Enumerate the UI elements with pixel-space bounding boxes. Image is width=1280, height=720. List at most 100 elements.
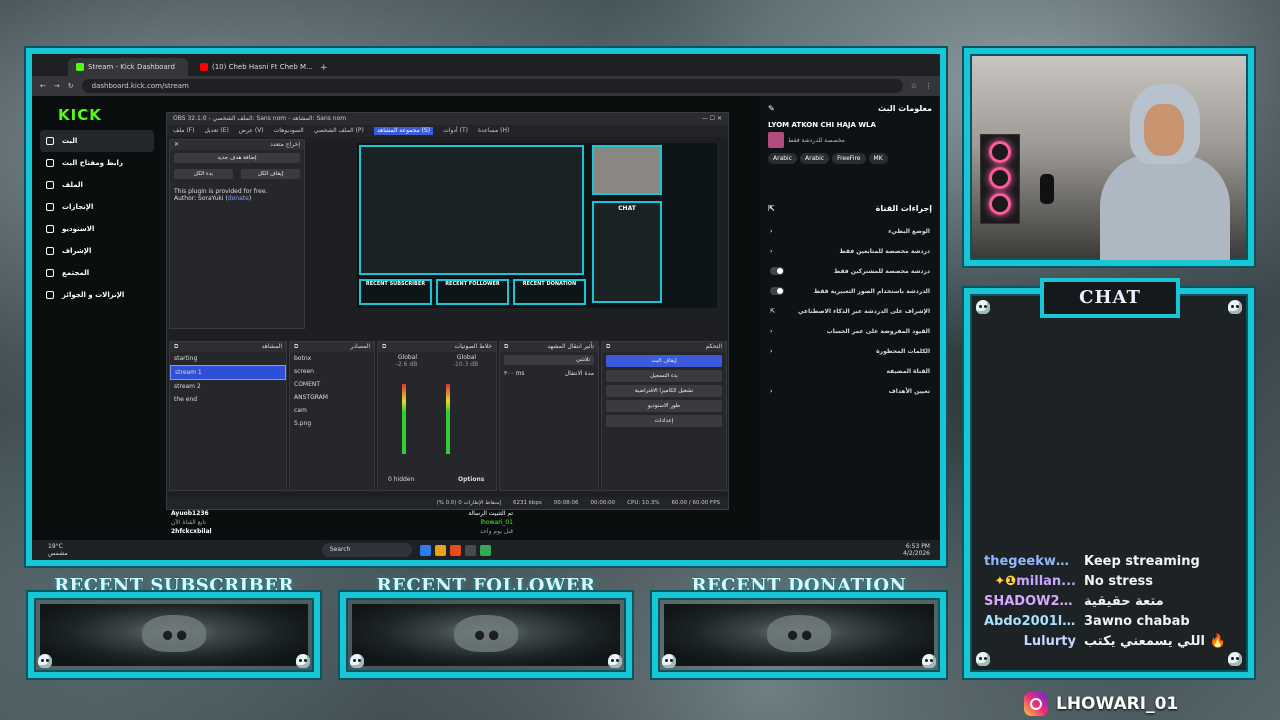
back-icon[interactable]: ← <box>40 82 46 90</box>
youtube-favicon-icon <box>200 63 208 71</box>
menu-icon[interactable]: ⋮ <box>925 82 932 90</box>
brave-icon[interactable] <box>449 544 461 556</box>
toggle-switch[interactable] <box>770 287 784 295</box>
menu-item-tools[interactable]: أدوات (T) <box>443 127 468 135</box>
transition-select[interactable]: تلاشي <box>504 355 594 365</box>
row-emotes-only[interactable]: الدردشة باستخدام الصور التعبيرية فقط <box>760 281 940 301</box>
dock-title: المشاهد <box>261 343 282 350</box>
edit-icon[interactable]: ✎ <box>768 104 775 113</box>
transitions-dock: ⧉ تأثير انتقال المشهد تلاشي ٣٠٠ ms مدة الا… <box>499 341 599 491</box>
row-account-age[interactable]: › القيود المفروضة على عمر الحساب <box>760 321 940 341</box>
row-ai-moderation[interactable]: ⇱ الإشراف على الدردشة عبر الذكاء الاصطناع… <box>760 301 940 321</box>
dock-menu-icon[interactable]: ⧉ <box>174 343 178 351</box>
url-input[interactable]: dashboard.kick.com/stream <box>81 79 903 93</box>
menu-item-help[interactable]: مساعدة (H) <box>478 127 509 135</box>
studio-mode-button[interactable]: طور الاستوديو <box>606 400 722 412</box>
menu-item-studios[interactable]: السوديوهات <box>274 127 304 135</box>
bookmark-icon[interactable]: ☆ <box>911 82 917 90</box>
chevron-icon: › <box>770 247 773 255</box>
sidebar-item-moderation[interactable]: الإشراف <box>40 240 154 262</box>
menu-item-profile[interactable]: الملف الشخصي (P) <box>314 127 364 135</box>
row-subscribers-only[interactable]: دردشة مخصصة للمشتركين فقط <box>760 261 940 281</box>
close-icon[interactable]: ✕ <box>174 141 179 149</box>
dock-menu-icon[interactable]: ⧉ <box>294 343 298 351</box>
activity-user[interactable]: 2hfckcxbilal <box>171 528 212 535</box>
source-item[interactable]: COMENT <box>290 378 374 391</box>
add-target-button[interactable]: إضافة هدف جديد <box>174 153 300 163</box>
row-banned-words[interactable]: › الكلمات المحظورة <box>760 341 940 361</box>
duration-input[interactable]: ٣٠٠ ms <box>504 370 525 377</box>
skull-icon <box>976 300 990 314</box>
stop-streaming-button[interactable]: إيقاف البث <box>606 355 722 367</box>
dock-menu-icon[interactable]: ⧉ <box>504 343 508 351</box>
fan-icon <box>989 141 1011 163</box>
row-host[interactable]: القناة المضيفة <box>760 361 940 381</box>
mixer-options-button[interactable]: Options <box>458 476 484 483</box>
chevron-icon: › <box>770 387 773 395</box>
start-all-button[interactable]: بدء الكل <box>174 169 233 179</box>
menu-item-edit[interactable]: تعديل (E) <box>204 127 228 135</box>
sidebar-item-label: الملف <box>62 181 83 189</box>
instagram-icon <box>1024 692 1048 716</box>
menu-item-view[interactable]: عرض (V) <box>239 127 264 135</box>
row-slow-mode[interactable]: › الوضع البطيء <box>760 221 940 241</box>
settings-button[interactable]: إعدادات <box>606 415 722 427</box>
stop-all-button[interactable]: إيقاف الكل <box>241 169 300 179</box>
sidebar-item-studio[interactable]: الاستوديو <box>40 218 154 240</box>
start-icon[interactable] <box>303 545 314 556</box>
kick-logo[interactable]: KICK <box>58 106 154 124</box>
clock-date: 4/2/2026 <box>903 550 930 557</box>
sidebar-item-achievements[interactable]: الإنجازات <box>40 196 154 218</box>
source-item[interactable]: cam <box>290 404 374 417</box>
chrome-icon[interactable] <box>479 544 491 556</box>
skull-icon <box>38 654 52 668</box>
browser-tab-kick[interactable]: Stream - Kick Dashboard <box>68 58 188 76</box>
scene-item-selected[interactable]: stream 1 <box>170 365 286 380</box>
taskbar-search[interactable]: Search <box>321 543 412 557</box>
donate-link[interactable]: donate <box>228 195 249 202</box>
source-item[interactable]: ANSTGRAM <box>290 391 374 404</box>
scene-item[interactable]: starting <box>170 352 286 365</box>
toggle-switch[interactable] <box>770 267 784 275</box>
new-tab-icon[interactable]: + <box>316 63 332 76</box>
source-item[interactable]: screen <box>290 365 374 378</box>
obs-icon[interactable] <box>464 544 476 556</box>
weather-text: مشمس <box>48 550 68 557</box>
edge-icon[interactable] <box>419 544 431 556</box>
forward-icon[interactable]: → <box>54 82 60 90</box>
sidebar-item-stream-key[interactable]: رابط ومفتاح البث <box>40 152 154 174</box>
window-controls[interactable]: — ☐ ✕ <box>702 115 722 123</box>
row-goals[interactable]: › تعيين الأهداف <box>760 381 940 401</box>
start-recording-button[interactable]: بدء التسجيل <box>606 370 722 382</box>
sidebar-item-drops[interactable]: الإنزالات و الجوائز <box>40 284 154 306</box>
row-followers-only[interactable]: › دردشة مخصصة للمتابعين فقط <box>760 241 940 261</box>
browser-tab-youtube[interactable]: (10) Cheb Hasni Ft Cheb M... <box>192 58 312 76</box>
tab-label: Stream - Kick Dashboard <box>88 63 175 71</box>
reload-icon[interactable]: ↻ <box>68 82 74 90</box>
menu-item-file[interactable]: ملف (F) <box>173 127 194 135</box>
skull-icon <box>976 652 990 666</box>
sidebar-item-stream[interactable]: البث <box>40 130 154 152</box>
scene-item[interactable]: stream 2 <box>170 380 286 393</box>
activity-user[interactable]: Ayuob1236 <box>171 510 209 517</box>
multi-output-dock: ✕ إخراج متعدد إضافة هدف جديد بدء الكل إيق… <box>169 139 305 329</box>
menu-item-scene-collection[interactable]: مجموعة المشاهد (S) <box>373 127 434 135</box>
skull-icon <box>350 654 364 668</box>
virtual-camera-button[interactable]: تشغيل الكاميرا الافتراضية <box>606 385 722 397</box>
activity-event-user[interactable]: lhowari_01 <box>481 519 514 526</box>
scene-item[interactable]: the end <box>170 393 286 406</box>
dock-menu-icon[interactable]: ⧉ <box>382 343 386 351</box>
obs-preview[interactable]: CHAT RECENT SUBSCRIBER RECENT FOLLOWER R… <box>357 143 717 308</box>
dock-title: خلاط الصوتيات <box>454 343 493 350</box>
sidebar-item-profile[interactable]: الملف <box>40 174 154 196</box>
plugin-note: This plugin is provided for free. <box>174 188 268 195</box>
sidebar-item-community[interactable]: المجتمع <box>40 262 154 284</box>
folder-icon[interactable] <box>434 544 446 556</box>
source-item[interactable]: 5.png <box>290 417 374 430</box>
obs-titlebar: OBS 32.1.0 - الملف الشخصي: Sans nom - ال… <box>167 113 728 125</box>
pc-case <box>980 134 1020 224</box>
dock-menu-icon[interactable]: ⧉ <box>606 343 610 351</box>
source-item[interactable]: botnx <box>290 352 374 365</box>
external-link-icon[interactable]: ⇱ <box>768 204 775 213</box>
sidebar-item-label: الإنجازات <box>62 203 94 211</box>
